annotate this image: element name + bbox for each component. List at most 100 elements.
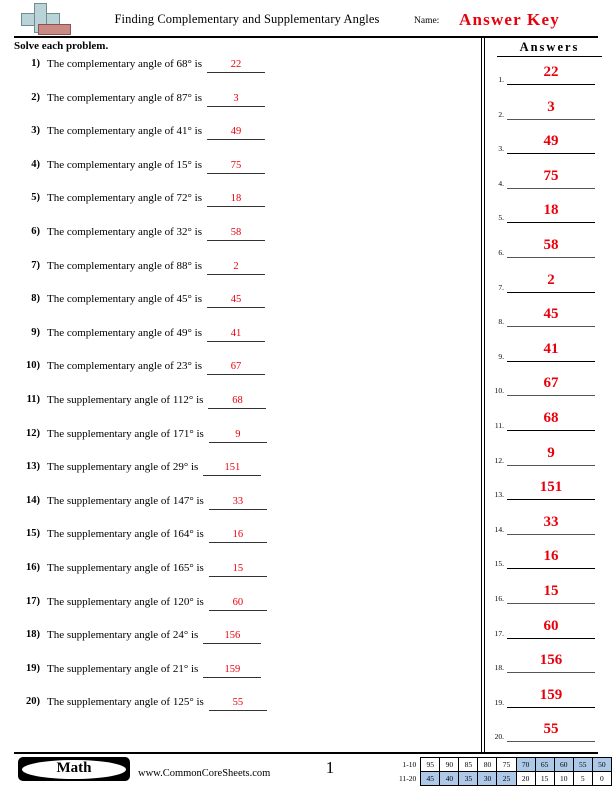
answer-row: 1. 22	[489, 62, 607, 97]
answer-value: 60	[543, 617, 559, 634]
problem-text: The supplementary angle of 171° is	[47, 427, 204, 440]
answer-number: 16.	[494, 593, 504, 603]
answer-blank[interactable]: 2	[507, 270, 595, 293]
problem-row: 10) The complementary angle of 23° is 67	[14, 360, 474, 394]
problem-answer-blank[interactable]: 60	[208, 596, 267, 611]
answer-blank[interactable]: 41	[507, 339, 595, 362]
score-cell: 70	[515, 757, 536, 772]
problem-answer-blank[interactable]: 49	[207, 125, 265, 141]
answer-blank[interactable]: 159	[507, 685, 595, 708]
score-cell: 65	[534, 757, 555, 772]
problem-answer-blank[interactable]: 41	[207, 327, 265, 342]
problem-answer-value: 58	[230, 226, 242, 238]
problem-answer-value: 60	[232, 596, 244, 608]
answer-blank[interactable]: 33	[507, 512, 595, 535]
problem-number: 15)	[26, 528, 40, 540]
problem-number: 19)	[26, 662, 40, 674]
problem-answer-blank[interactable]: 16	[208, 528, 267, 544]
problem-number: 12)	[26, 427, 40, 439]
answer-number: 18.	[494, 663, 504, 673]
score-cell: 15	[534, 771, 555, 786]
answer-row: 12. 9	[489, 443, 607, 478]
answer-blank[interactable]: 151	[507, 477, 595, 501]
problem-answer-blank[interactable]: 18	[207, 192, 265, 208]
page-number: 1	[325, 758, 335, 777]
problem-number: 18)	[26, 629, 40, 641]
problem-number: 11)	[26, 393, 40, 405]
problem-answer-value: 68	[232, 394, 243, 406]
problem-number: 10)	[26, 360, 40, 372]
answer-key-badge: Answer Key	[459, 10, 560, 29]
answer-blank[interactable]: 156	[507, 650, 595, 674]
problem-answer-blank[interactable]: 9	[208, 428, 267, 443]
answer-blank[interactable]: 55	[507, 719, 595, 743]
answer-blank[interactable]: 15	[507, 581, 595, 604]
answer-row: 19. 159	[489, 685, 607, 720]
score-cell: 20	[515, 771, 536, 786]
problem-answer-blank[interactable]: 67	[207, 360, 265, 376]
score-cell: 35	[458, 771, 479, 786]
answer-number: 9.	[498, 351, 504, 361]
problem-row: 6) The complementary angle of 32° is 58	[14, 226, 474, 260]
problem-answer-blank[interactable]: 3	[207, 92, 265, 107]
logo-red-bar	[38, 24, 71, 35]
answer-value: 55	[543, 721, 559, 738]
answer-value: 9	[547, 444, 555, 461]
score-cell: 55	[572, 757, 593, 772]
score-cell: 90	[439, 757, 460, 772]
answer-value: 3	[547, 98, 555, 115]
instructions-text: Solve each problem.	[14, 40, 109, 52]
answer-value: 68	[543, 409, 559, 426]
problem-answer-blank[interactable]: 58	[207, 226, 265, 241]
problem-answer-blank[interactable]: 2	[207, 260, 265, 275]
problem-answer-blank[interactable]: 75	[207, 159, 265, 174]
problem-answer-blank[interactable]: 33	[208, 495, 267, 510]
problem-text: The supplementary angle of 164° is	[47, 528, 204, 541]
score-cell: 80	[477, 757, 498, 772]
answer-blank[interactable]: 45	[507, 304, 595, 328]
problem-answer-blank[interactable]: 22	[207, 58, 265, 73]
problem-number: 3)	[31, 125, 40, 137]
problem-number: 4)	[31, 158, 40, 170]
problem-answer-blank[interactable]: 151	[203, 461, 262, 477]
problem-answer-blank[interactable]: 68	[208, 394, 267, 409]
answer-blank[interactable]: 75	[507, 166, 595, 189]
problem-answer-blank[interactable]: 45	[207, 293, 265, 309]
answer-blank[interactable]: 58	[507, 235, 595, 258]
problem-answer-blank[interactable]: 159	[203, 663, 262, 678]
problem-number: 5)	[31, 192, 40, 204]
answer-blank[interactable]: 9	[507, 443, 595, 466]
problem-answer-value: 55	[232, 697, 244, 709]
commoncoresheets-plus-logo-icon	[18, 2, 80, 36]
score-cell: 75	[496, 757, 517, 772]
answer-row: 3. 49	[489, 131, 607, 166]
answer-number: 4.	[498, 178, 504, 188]
answer-value: 18	[543, 202, 559, 219]
problem-answer-value: 33	[232, 495, 244, 507]
problem-answer-blank[interactable]: 15	[208, 562, 267, 577]
answer-blank[interactable]: 60	[507, 616, 595, 639]
problem-answer-blank[interactable]: 55	[208, 696, 267, 712]
answer-blank[interactable]: 3	[507, 97, 595, 120]
answer-row: 8. 45	[489, 304, 607, 339]
answer-blank[interactable]: 22	[507, 62, 595, 85]
answer-number: 3.	[498, 144, 504, 154]
answer-blank[interactable]: 67	[507, 373, 595, 397]
score-cell: 25	[496, 771, 517, 786]
answer-blank[interactable]: 49	[507, 131, 595, 155]
problem-row: 12) The supplementary angle of 171° is 9	[14, 428, 474, 462]
problem-text: The complementary angle of 15° is	[47, 158, 202, 171]
problem-row: 14) The supplementary angle of 147° is 33	[14, 495, 474, 529]
answer-value: 2	[547, 271, 555, 288]
answer-value: 75	[543, 167, 559, 184]
problem-text: The complementary angle of 41° is	[47, 125, 202, 138]
answer-blank[interactable]: 68	[507, 408, 595, 431]
problem-row: 7) The complementary angle of 88° is 2	[14, 260, 474, 294]
answer-blank[interactable]: 18	[507, 200, 595, 224]
answer-number: 14.	[494, 524, 504, 534]
answer-value: 58	[543, 236, 559, 253]
answer-row: 6. 58	[489, 235, 607, 270]
problem-number: 2)	[31, 91, 40, 103]
answer-blank[interactable]: 16	[507, 546, 595, 570]
problem-answer-blank[interactable]: 156	[203, 629, 262, 645]
